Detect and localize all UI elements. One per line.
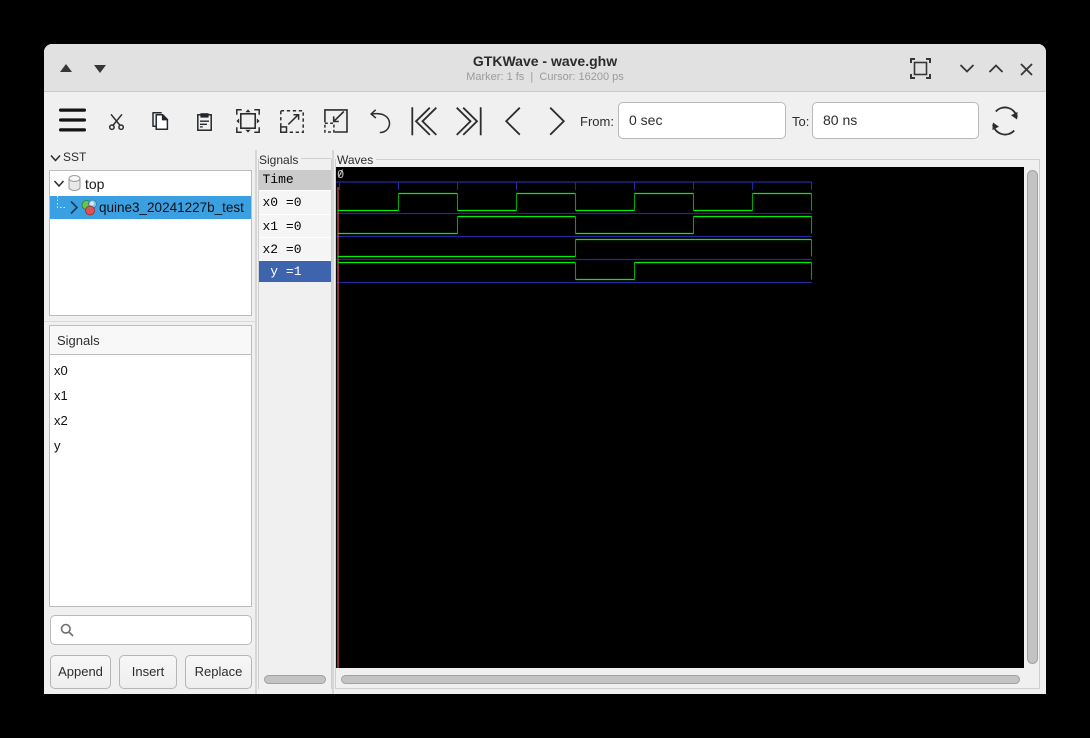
svg-text:0: 0 (337, 168, 344, 182)
